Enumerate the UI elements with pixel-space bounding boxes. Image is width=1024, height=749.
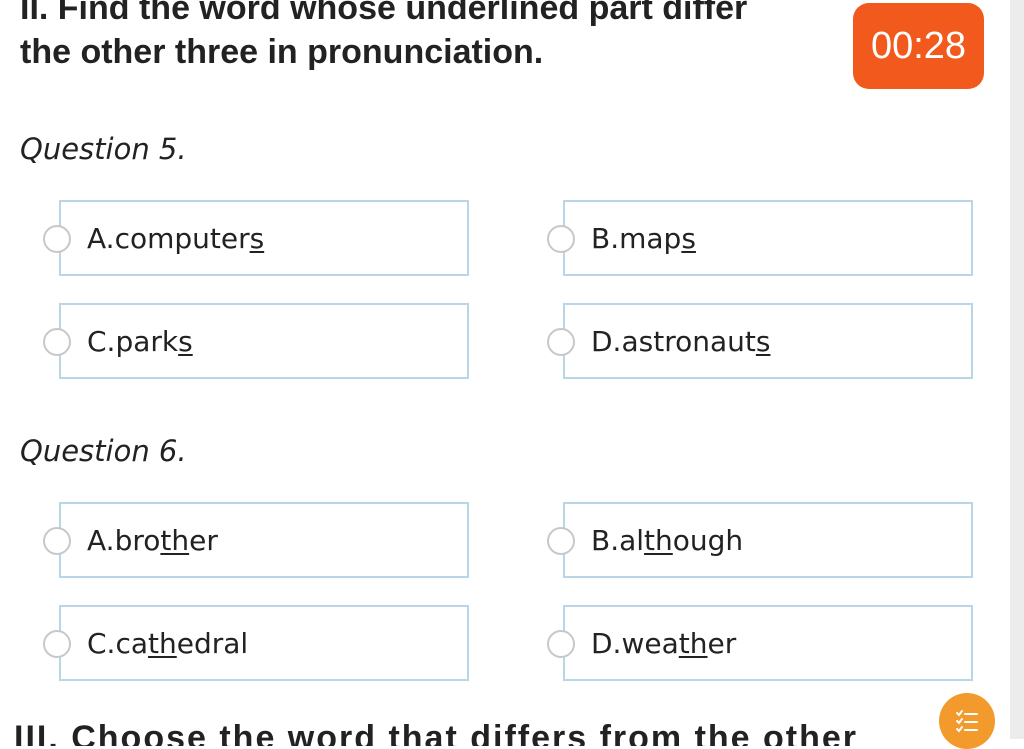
section-heading: II. Find the word whose underlined part …: [20, 0, 870, 74]
q5-option-d-radio[interactable]: [547, 328, 575, 356]
option-text: al: [619, 523, 645, 557]
next-section-heading: III. Choose the word that differs from t…: [14, 719, 859, 746]
section-heading-line1: II. Find the word whose underlined part …: [20, 0, 748, 27]
option-text: park: [115, 324, 179, 358]
scrollbar-track[interactable]: [1010, 0, 1024, 739]
option-prefix: D.: [591, 626, 622, 660]
q6-option-a[interactable]: A. bro th er: [59, 502, 469, 578]
q5-option-c[interactable]: C. park s: [59, 303, 469, 379]
question-5-label: Question 5.: [20, 132, 187, 166]
option-text: computer: [114, 221, 250, 255]
option-text: ca: [115, 626, 149, 660]
q6-option-c-radio[interactable]: [43, 630, 71, 658]
countdown-timer: 00:28: [853, 3, 984, 89]
option-prefix: B.: [591, 523, 620, 557]
option-text-rest: er: [189, 523, 218, 557]
option-text-rest: ough: [672, 523, 744, 557]
timer-value: 00:28: [870, 24, 967, 67]
q5-option-b-radio[interactable]: [547, 225, 575, 253]
option-prefix: A.: [87, 221, 115, 255]
q6-option-d-radio[interactable]: [547, 630, 575, 658]
option-text: bro: [114, 523, 161, 557]
option-prefix: C.: [87, 626, 116, 660]
option-text-rest: er: [707, 626, 737, 660]
option-underlined-part: s: [249, 221, 265, 255]
q6-option-a-radio[interactable]: [43, 527, 71, 555]
q6-option-b-radio[interactable]: [547, 527, 575, 555]
q5-option-c-radio[interactable]: [43, 328, 71, 356]
section-heading-line2: the other three in pronunciation.: [20, 33, 544, 71]
option-underlined-part: s: [178, 324, 193, 358]
option-text: astronaut: [621, 324, 756, 358]
option-prefix: B.: [591, 221, 620, 255]
q5-option-a-radio[interactable]: [43, 225, 71, 253]
option-underlined-part: s: [681, 221, 696, 255]
list-icon: [956, 710, 978, 733]
q6-option-b[interactable]: B. al th ough: [563, 502, 973, 578]
option-text: map: [619, 221, 682, 255]
option-underlined-part: th: [148, 626, 177, 660]
option-text-rest: edral: [176, 626, 249, 660]
option-prefix: D.: [591, 324, 622, 358]
option-underlined-part: th: [678, 626, 708, 660]
q5-option-d[interactable]: D. astronaut s: [563, 303, 973, 379]
q6-option-d[interactable]: D. wea th er: [563, 605, 973, 681]
q5-option-b[interactable]: B. map s: [563, 200, 973, 276]
q6-option-c[interactable]: C. ca th edral: [59, 605, 469, 681]
option-underlined-part: th: [644, 523, 673, 557]
q5-option-a[interactable]: A. computer s: [59, 200, 469, 276]
question-6-label: Question 6.: [20, 434, 187, 468]
option-text: wea: [621, 626, 679, 660]
option-underlined-part: th: [160, 523, 190, 557]
option-prefix: C.: [87, 324, 116, 358]
option-underlined-part: s: [755, 324, 771, 358]
option-prefix: A.: [87, 523, 115, 557]
question-list-button[interactable]: [939, 693, 995, 749]
